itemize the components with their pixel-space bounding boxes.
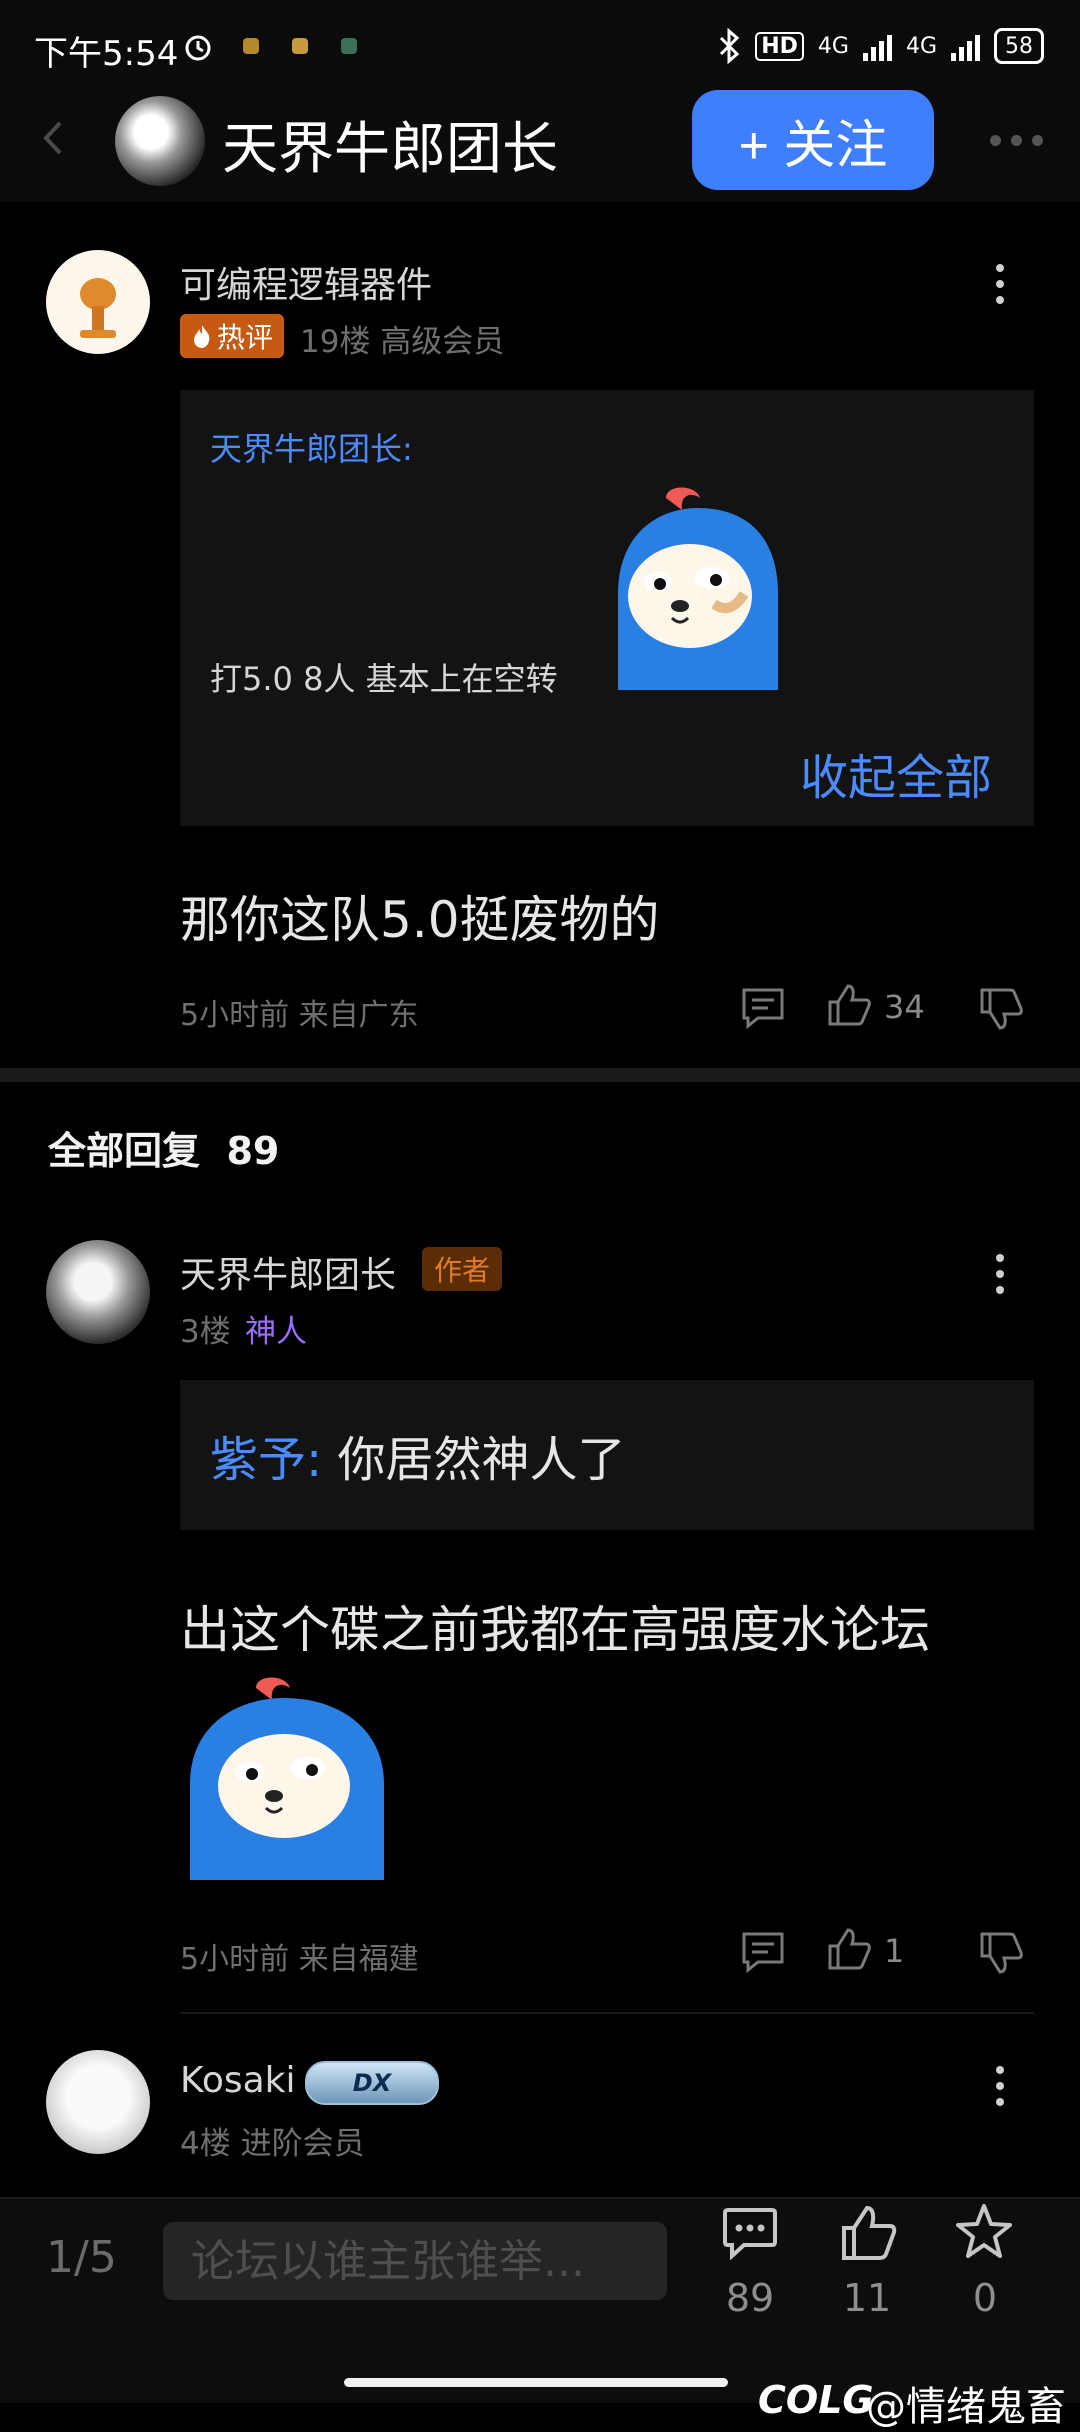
comment-text: 出这个碟之前我都在高强度水论坛 [180, 1601, 930, 1659]
likes-count: 11 [842, 2276, 892, 2320]
like-icon[interactable] [826, 1926, 872, 1972]
comment-text: 那你这队5.0挺废物的 [180, 891, 660, 949]
quote-text: 你居然神人了 [322, 1432, 626, 1488]
notification-icon [292, 38, 308, 54]
network-type: 4G [817, 33, 849, 59]
like-icon[interactable] [826, 982, 872, 1028]
network-type: 4G [905, 33, 937, 59]
notification-icon [341, 38, 357, 54]
reply-icon[interactable] [740, 986, 786, 1030]
notification-icon [243, 38, 259, 54]
dislike-icon[interactable] [978, 986, 1024, 1032]
like-icon[interactable] [840, 2204, 898, 2262]
section-divider [0, 1068, 1080, 1082]
signal-icon [862, 31, 892, 61]
collapse-button[interactable]: 收起全部 [800, 738, 992, 808]
hd-indicator: HD [755, 31, 804, 61]
watermark-logo: COLG [758, 2378, 874, 2422]
reply-icon[interactable] [740, 1930, 786, 1974]
fire-icon [193, 325, 210, 348]
avatar[interactable] [46, 1240, 150, 1344]
comment-author[interactable]: 可编程逻辑器件 [180, 256, 432, 308]
status-time: 下午5:54 [34, 34, 179, 74]
sticker-image [190, 1677, 384, 1880]
status-indicators: HD 4G 4G 58 [717, 24, 1044, 68]
comment-author[interactable]: Kosaki [180, 2060, 296, 2101]
quote-text: 打5.0 8人 基本上在空转 [210, 660, 558, 698]
page-title: 天界牛郎团长 [222, 117, 558, 182]
avatar[interactable] [46, 250, 150, 354]
more-options-icon[interactable] [990, 1254, 1010, 1294]
more-options-icon[interactable] [990, 2066, 1010, 2106]
quote-line: 紫予: 你居然神人了 [210, 1420, 625, 1490]
sticker-image [618, 487, 778, 690]
battery-icon: 58 [994, 28, 1044, 64]
more-options-icon[interactable] [990, 264, 1010, 304]
quote-author[interactable]: 天界牛郎团长: [210, 424, 413, 470]
status-bar: 下午5:54 HD 4G 4G 58 [0, 0, 1080, 90]
avatar-image [80, 278, 116, 338]
alarm-icon [185, 35, 211, 61]
page-indicator[interactable]: 1/5 [46, 2232, 117, 2283]
battery-level: 58 [1005, 33, 1033, 59]
comment-time-location: 5小时前 来自广东 [180, 998, 419, 1033]
bluetooth-icon [720, 28, 740, 64]
comments-count: 89 [725, 2276, 775, 2320]
reply-input[interactable] [163, 2222, 667, 2300]
author-badge: 作者 [422, 1247, 502, 1291]
signal-icon [951, 31, 980, 61]
replies-header: 全部回复 89 [48, 1120, 279, 1175]
more-icon[interactable] [990, 135, 1043, 146]
reply-divider [180, 2012, 1034, 2014]
watermark: @情绪鬼畜 [866, 2384, 1066, 2430]
replies-title: 全部回复 [48, 1129, 201, 1173]
follow-button[interactable]: + 关注 [692, 90, 934, 190]
comment-meta: 19楼 高级会员 [300, 324, 505, 360]
replies-count: 89 [226, 1129, 280, 1173]
quote-author[interactable]: 紫予: [210, 1432, 322, 1488]
back-icon[interactable] [36, 117, 72, 159]
favorites-count: 0 [972, 2276, 998, 2320]
member-badge: DX [305, 2061, 439, 2105]
user-rank: 神人 [245, 1314, 307, 1350]
favorite-star-icon[interactable] [954, 2202, 1014, 2262]
reply-floor: 3楼 [180, 1314, 231, 1350]
comments-icon[interactable] [722, 2206, 778, 2260]
comment-meta: 4楼 进阶会员 [180, 2126, 365, 2162]
comment-author[interactable]: 天界牛郎团长 [180, 1246, 396, 1298]
like-count: 34 [884, 988, 925, 1026]
comment-time-location: 5小时前 来自福建 [180, 1942, 419, 1977]
home-indicator[interactable] [344, 2378, 728, 2387]
avatar[interactable] [46, 2050, 150, 2154]
hot-badge: 热评 [180, 314, 284, 358]
avatar[interactable] [115, 96, 205, 186]
like-count: 1 [884, 1932, 905, 1970]
hot-label: 热评 [216, 321, 273, 354]
dislike-icon[interactable] [978, 1930, 1024, 1976]
